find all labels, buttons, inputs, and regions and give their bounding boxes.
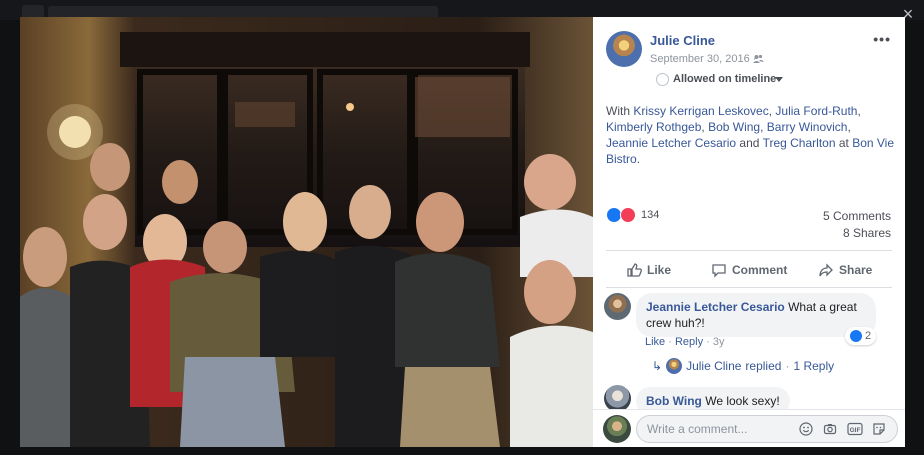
reply-arrow-icon: ↳	[652, 359, 663, 373]
post-photo[interactable]	[20, 17, 593, 447]
post-date[interactable]: September 30, 2016 ·	[650, 53, 756, 65]
comment-reply-link[interactable]: Reply	[675, 336, 703, 348]
comment-text: We look sexy!	[705, 394, 780, 408]
reactions-count[interactable]: 134	[641, 209, 659, 221]
comment-author[interactable]: Jeannie Letcher Cesario	[646, 300, 785, 314]
like-reaction-icon	[850, 330, 862, 342]
comment-label: Comment	[732, 263, 788, 277]
view-replies-link[interactable]: ↳ Julie Cline replied · 1 Reply	[652, 358, 834, 374]
love-reaction-icon	[620, 207, 636, 223]
tag-link[interactable]: Jeannie Letcher Cesario	[606, 136, 736, 150]
post-date-text[interactable]: September 30, 2016	[650, 53, 750, 65]
timeline-status-icon	[656, 73, 669, 86]
tagged-people-text: With Krissy Kerrigan Leskovec, Julia For…	[606, 103, 896, 167]
commenter-avatar[interactable]	[604, 293, 631, 320]
divider	[606, 287, 892, 288]
tag-link[interactable]: Krissy Kerrigan Leskovec	[633, 104, 768, 118]
comment-reaction-badge[interactable]: 2	[845, 327, 877, 345]
camera-icon[interactable]	[823, 422, 837, 436]
tag-link[interactable]: Kimberly Rothgeb	[606, 120, 701, 134]
comment-author[interactable]: Bob Wing	[646, 394, 702, 408]
reply-verb: replied	[745, 359, 782, 373]
emoji-icon[interactable]	[799, 422, 813, 436]
comment-button[interactable]: Comment	[711, 260, 787, 280]
tag-link[interactable]: Barry Winovich	[767, 120, 848, 134]
reply-author: Julie Cline	[686, 359, 742, 373]
timeline-status[interactable]: Allowed on timeline	[673, 73, 776, 85]
photo-illustration	[20, 17, 593, 447]
comment-composer: GIF	[593, 409, 905, 447]
share-icon	[819, 263, 833, 277]
meta-separator: ·	[706, 336, 710, 348]
sticker-icon[interactable]	[872, 422, 886, 436]
friends-icon[interactable]	[752, 53, 764, 65]
current-user-avatar	[603, 415, 631, 443]
comment-text-line2: crew huh?!	[646, 316, 705, 330]
share-label: Share	[839, 263, 873, 277]
gif-icon[interactable]: GIF	[847, 422, 863, 436]
thumbs-up-icon	[627, 263, 642, 277]
tag-prefix: With	[606, 104, 630, 118]
tag-link[interactable]: Julia Ford-Ruth	[775, 104, 857, 118]
reply-author-avatar	[666, 358, 683, 374]
share-button[interactable]: Share	[818, 260, 872, 280]
tag-sep: ,	[857, 104, 861, 118]
like-button[interactable]: Like	[626, 260, 671, 280]
shares-count[interactable]: 8 Shares	[843, 226, 891, 240]
chevron-down-icon[interactable]	[775, 77, 783, 82]
post-details-panel: Julie Cline September 30, 2016 · ••• All…	[593, 17, 905, 447]
reply-count: 1 Reply	[793, 359, 835, 373]
divider	[606, 250, 892, 251]
comment-like-link[interactable]: Like	[645, 336, 665, 348]
tag-link[interactable]: Bob Wing	[708, 120, 760, 134]
comment-icon	[712, 264, 726, 278]
commenter-avatar[interactable]	[604, 385, 631, 412]
gif-label: GIF	[850, 427, 861, 434]
tag-at: at	[838, 136, 849, 150]
tag-sep: ,	[847, 120, 851, 134]
comment-actions: Like · Reply · 3y	[645, 336, 725, 348]
more-options-button[interactable]: •••	[873, 31, 891, 47]
tag-link[interactable]: Treg Charlton	[763, 136, 836, 150]
comments-count[interactable]: 5 Comments	[823, 209, 891, 223]
tag-end: .	[636, 152, 641, 166]
tag-and: and	[739, 136, 760, 150]
meta-separator: ·	[668, 336, 672, 348]
comment-bubble: Jeannie Letcher Cesario What a great cre…	[636, 293, 876, 337]
tag-sep: ,	[760, 120, 764, 134]
meta-separator: ·	[785, 359, 790, 373]
author-name[interactable]: Julie Cline	[650, 33, 715, 48]
comment-reaction-count: 2	[865, 330, 872, 342]
author-avatar[interactable]	[606, 31, 642, 67]
tag-sep: ,	[701, 120, 705, 134]
like-label: Like	[647, 263, 672, 277]
comment-text-line1: What a great	[788, 300, 857, 314]
tag-sep: ,	[768, 104, 773, 118]
comment-time[interactable]: 3y	[713, 336, 725, 348]
